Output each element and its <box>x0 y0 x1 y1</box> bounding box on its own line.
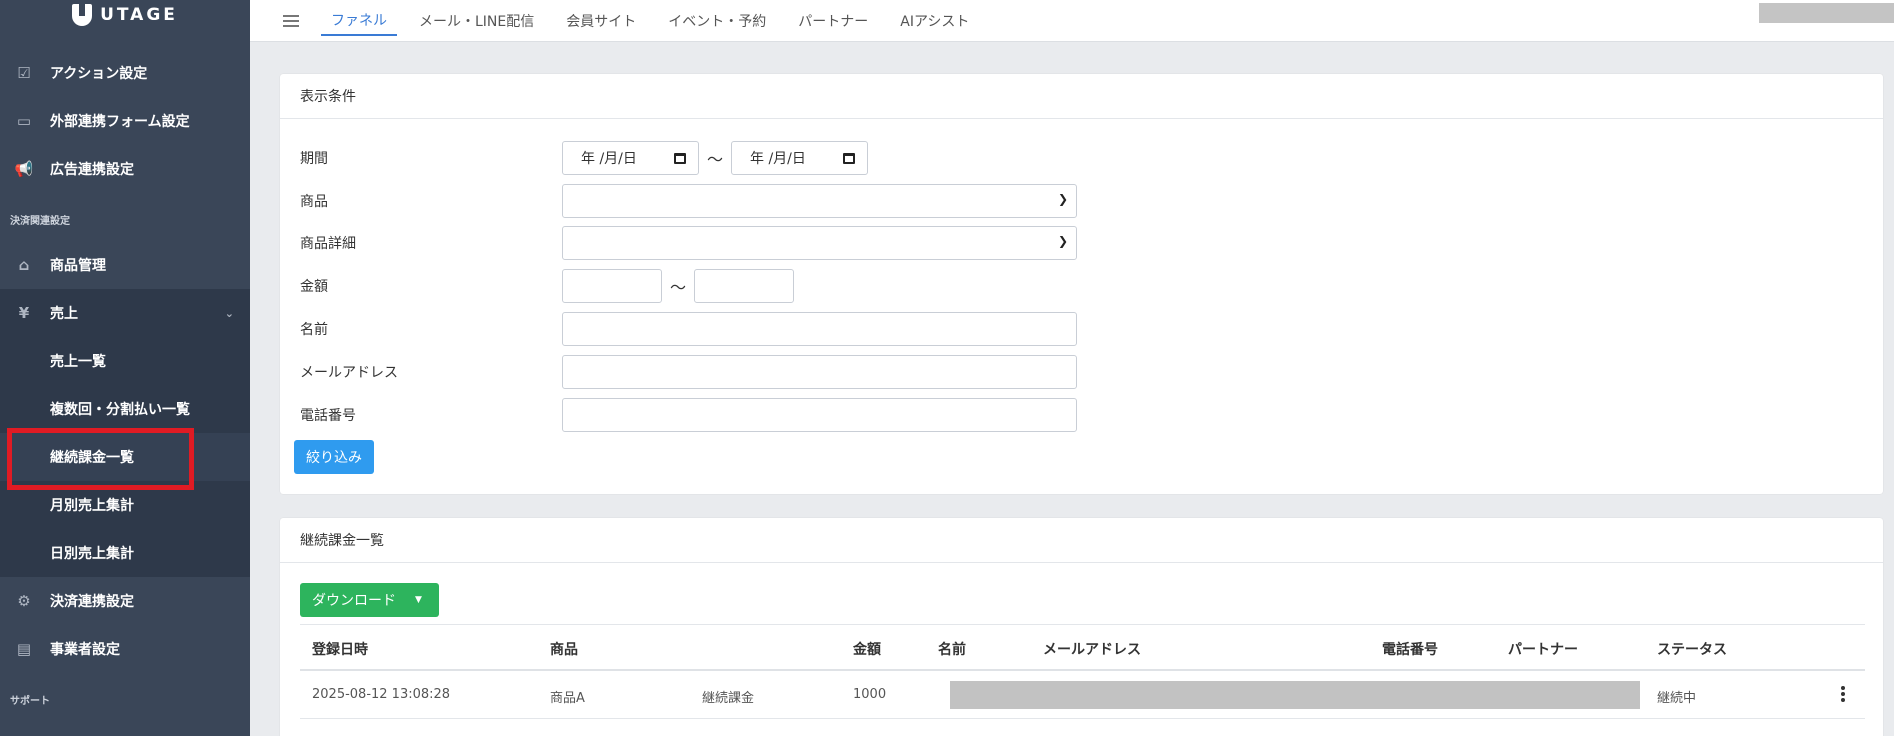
basket-icon: ⌂ <box>18 256 30 274</box>
amount-label: 金額 <box>300 279 328 295</box>
product-label: 商品 <box>300 194 328 210</box>
chevron-down-icon: ❯ <box>1057 234 1068 248</box>
col-status: ステータス <box>1657 642 1727 658</box>
chevron-down-icon: ⌄ <box>224 306 234 320</box>
email-input[interactable] <box>562 355 1077 389</box>
col-amount: 金額 <box>853 642 881 658</box>
sidebar-subitem-sales-list[interactable]: 売上一覧 <box>0 337 250 385</box>
tab-member-site[interactable]: 会員サイト <box>556 6 646 36</box>
period-label: 期間 <box>300 151 328 167</box>
sidebar-item-label: 外部連携フォーム設定 <box>50 114 190 130</box>
sidebar-section-support: サポート <box>10 696 50 707</box>
name-row: 名前 <box>300 312 1077 346</box>
product-detail-label: 商品詳細 <box>300 236 356 252</box>
sidebar-subitem-installments[interactable]: 複数回・分割払い一覧 <box>0 385 250 433</box>
col-email: メールアドレス <box>1043 642 1141 658</box>
phone-row: 電話番号 <box>300 398 1077 432</box>
brand-logo[interactable]: UTAGE <box>0 0 250 30</box>
sidebar-subitem-daily-sales[interactable]: 日別売上集計 <box>0 529 250 577</box>
cell-status: 継続中 <box>1657 691 1697 706</box>
name-input[interactable] <box>562 312 1077 346</box>
utage-logo-icon <box>72 4 93 26</box>
checkbox-icon: ☑ <box>17 64 31 82</box>
date-to-input[interactable]: 年 /月/日 <box>731 141 869 175</box>
form-icon: ▭ <box>16 112 32 130</box>
product-detail-select[interactable]: ❯ <box>562 226 1077 260</box>
subscription-list-card: 継続課金一覧 ダウンロード ▼ 登録日時 商品 金額 名前 メールアドレス 電話… <box>280 518 1883 736</box>
sidebar-subitem-monthly-sales[interactable]: 月別売上集計 <box>0 481 250 529</box>
filter-submit-button[interactable]: 絞り込み <box>294 440 374 474</box>
col-date: 登録日時 <box>312 642 368 658</box>
sidebar: UTAGE ☑ アクション設定 ▭ 外部連携フォーム設定 📢 広告連携設定 決済… <box>0 0 250 736</box>
sidebar-item-ad-integration[interactable]: 📢 広告連携設定 <box>0 145 250 193</box>
period-row: 期間 年 /月/日 ～ 年 /月/日 <box>300 141 869 175</box>
cell-product: 商品A <box>550 691 585 706</box>
sidebar-section-payment: 決済関連設定 <box>10 216 70 227</box>
row-menu-icon[interactable] <box>1841 686 1845 704</box>
tab-ai-assist[interactable]: AIアシスト <box>890 6 979 36</box>
gear-icon: ⚙ <box>17 592 31 610</box>
megaphone-icon: 📢 <box>14 160 34 178</box>
cell-amount: 1000 <box>853 687 887 702</box>
sidebar-item-action-settings[interactable]: ☑ アクション設定 <box>0 49 250 97</box>
filter-card: 表示条件 期間 年 /月/日 ～ 年 /月/日 商品 ❯ 商品詳細 ❯ 金額 ～… <box>280 74 1883 494</box>
sidebar-item-sales[interactable]: ¥ 売上 ⌄ <box>0 289 250 337</box>
download-button[interactable]: ダウンロード ▼ <box>300 583 439 617</box>
date-from-input[interactable]: 年 /月/日 <box>562 141 699 175</box>
tab-funnel[interactable]: ファネル <box>321 6 397 36</box>
sidebar-item-label: 広告連携設定 <box>50 162 134 178</box>
product-row: 商品 ❯ <box>300 184 1077 218</box>
filter-card-title: 表示条件 <box>280 74 1883 119</box>
brand-name: UTAGE <box>100 5 178 25</box>
product-detail-row: 商品詳細 ❯ <box>300 226 1077 260</box>
chevron-down-icon: ❯ <box>1057 192 1068 206</box>
cell-date: 2025-08-12 13:08:28 <box>312 687 451 702</box>
caret-down-icon: ▼ <box>415 595 422 605</box>
sidebar-item-external-form[interactable]: ▭ 外部連携フォーム設定 <box>0 97 250 145</box>
tab-partner[interactable]: パートナー <box>788 6 878 36</box>
sidebar-subitem-subscriptions[interactable]: 継続課金一覧 <box>0 433 250 481</box>
hamburger-icon[interactable] <box>283 12 299 30</box>
calendar-icon <box>843 152 856 164</box>
sidebar-item-label: アクション設定 <box>50 66 148 82</box>
amount-row: 金額 ～ <box>300 269 795 303</box>
sidebar-item-label: 商品管理 <box>50 258 106 274</box>
sidebar-item-product-management[interactable]: ⌂ 商品管理 <box>0 241 250 289</box>
email-row: メールアドレス <box>300 355 1077 389</box>
building-icon: ▤ <box>16 640 32 658</box>
calendar-icon <box>674 152 686 164</box>
range-separator: ～ <box>670 278 687 297</box>
amount-max-input[interactable] <box>694 269 795 303</box>
col-name: 名前 <box>938 642 966 658</box>
top-nav: ファネル メール・LINE配信 会員サイト イベント・予約 パートナー AIアシ… <box>250 0 1894 42</box>
phone-label: 電話番号 <box>300 408 356 424</box>
name-label: 名前 <box>300 322 328 338</box>
yen-icon: ¥ <box>18 304 30 322</box>
tab-mail-line[interactable]: メール・LINE配信 <box>409 6 544 36</box>
sidebar-item-label: 決済連携設定 <box>50 594 134 610</box>
table-header: 登録日時 商品 金額 名前 メールアドレス 電話番号 パートナー ステータス <box>300 624 1865 671</box>
redacted-contact-info <box>950 681 1640 709</box>
email-label: メールアドレス <box>300 365 398 381</box>
product-select[interactable]: ❯ <box>562 184 1077 218</box>
tab-event-booking[interactable]: イベント・予約 <box>658 6 776 36</box>
amount-min-input[interactable] <box>562 269 662 303</box>
col-product: 商品 <box>550 642 578 658</box>
sidebar-item-business-settings[interactable]: ▤ 事業者設定 <box>0 625 250 673</box>
phone-input[interactable] <box>562 398 1077 432</box>
table-row[interactable]: 2025-08-12 13:08:28 商品A 継続課金 1000 継続中 <box>300 671 1865 719</box>
range-separator: ～ <box>707 150 724 169</box>
sidebar-item-payment-integration[interactable]: ⚙ 決済連携設定 <box>0 577 250 625</box>
col-partner: パートナー <box>1508 642 1578 658</box>
col-phone: 電話番号 <box>1382 642 1438 658</box>
sidebar-item-label: 売上 <box>50 306 78 322</box>
cell-product-detail: 継続課金 <box>702 691 755 706</box>
list-card-title: 継続課金一覧 <box>280 518 1883 563</box>
sidebar-item-label: 事業者設定 <box>50 642 120 658</box>
account-area-redacted[interactable] <box>1759 3 1894 23</box>
